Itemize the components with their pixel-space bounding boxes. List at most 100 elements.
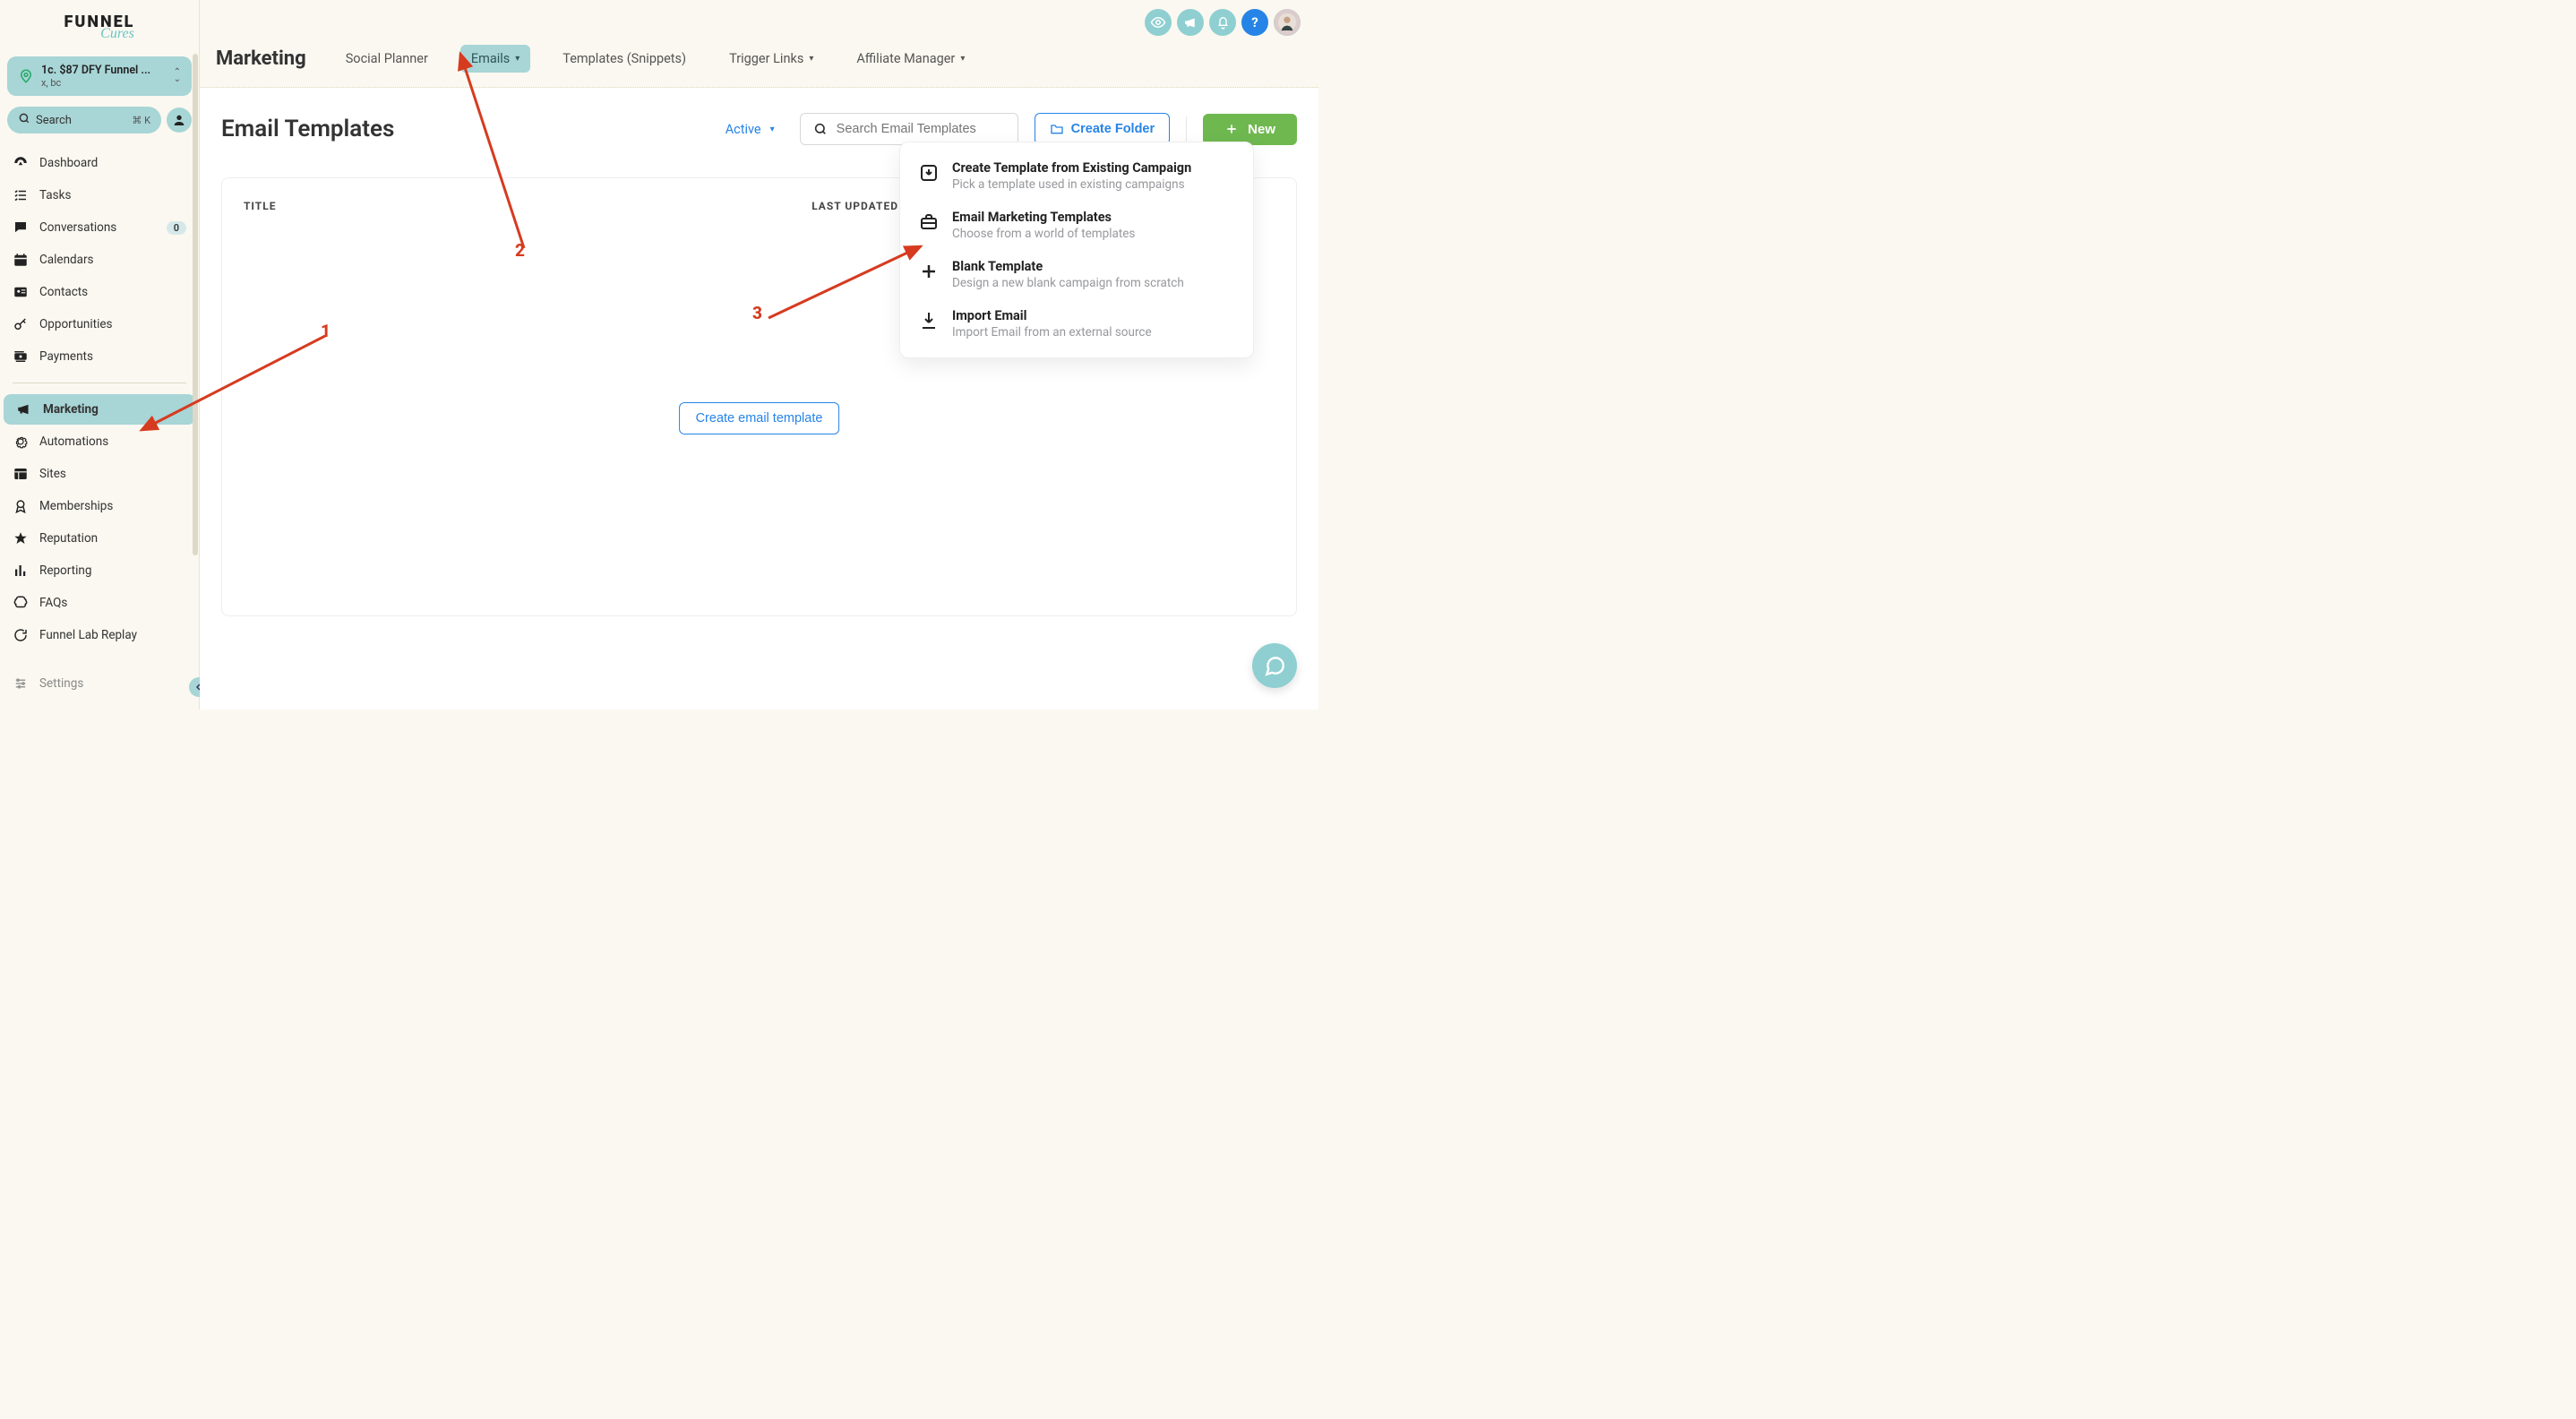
dd-sub: Choose from a world of templates bbox=[952, 227, 1135, 241]
content-area: Email Templates Active ▾ Create Folder bbox=[200, 88, 1318, 710]
layout-icon bbox=[13, 466, 29, 482]
dd-sub: Design a new blank campaign from scratch bbox=[952, 276, 1184, 290]
sidebar-item-label: Calendars bbox=[39, 253, 94, 267]
create-folder-button[interactable]: Create Folder bbox=[1035, 113, 1170, 145]
import-icon bbox=[918, 310, 940, 331]
announcements-button[interactable] bbox=[1177, 9, 1204, 36]
new-button[interactable]: New bbox=[1203, 114, 1297, 145]
sidebar-item-contacts[interactable]: Contacts bbox=[0, 277, 199, 307]
dd-sub: Import Email from an external source bbox=[952, 325, 1152, 340]
sidebar-item-sites[interactable]: Sites bbox=[0, 459, 199, 489]
sidebar-item-payments[interactable]: Payments bbox=[0, 341, 199, 372]
account-location: x, bc bbox=[41, 77, 167, 89]
brand-sub: Cures bbox=[36, 26, 199, 42]
badge-icon bbox=[13, 498, 29, 514]
dd-import-email[interactable]: Import Email Import Email from an extern… bbox=[907, 299, 1246, 348]
sliders-icon bbox=[13, 675, 29, 692]
dd-title: Import Email bbox=[952, 308, 1152, 323]
sidebar-item-label: Tasks bbox=[39, 188, 71, 202]
sidebar-item-label: Automations bbox=[39, 434, 108, 449]
chat-support-button[interactable] bbox=[1252, 643, 1297, 688]
search-icon bbox=[813, 122, 828, 136]
money-icon bbox=[13, 348, 29, 365]
tab-social-planner[interactable]: Social Planner bbox=[335, 45, 439, 73]
reload-icon bbox=[13, 627, 29, 643]
section-tabs: Marketing Social Planner Emails ▾ Templa… bbox=[200, 45, 1318, 88]
megaphone-icon bbox=[16, 401, 32, 417]
sidebar-item-label: FAQs bbox=[39, 596, 67, 610]
sidebar-item-label: Conversations bbox=[39, 220, 116, 235]
notifications-button[interactable] bbox=[1209, 9, 1236, 36]
dd-create-from-campaign[interactable]: Create Template from Existing Campaign P… bbox=[907, 151, 1246, 201]
sidebar-item-opportunities[interactable]: Opportunities bbox=[0, 309, 199, 340]
search-templates[interactable] bbox=[800, 113, 1018, 145]
sidebar-scrollbar-thumb[interactable] bbox=[193, 54, 198, 555]
sidebar-item-calendars[interactable]: Calendars bbox=[0, 245, 199, 275]
bar-chart-icon bbox=[13, 563, 29, 579]
folder-icon bbox=[1050, 122, 1064, 136]
chevron-down-icon: ▾ bbox=[515, 54, 519, 64]
location-pin-icon bbox=[18, 68, 34, 84]
sidebar-item-marketing[interactable]: Marketing bbox=[4, 394, 195, 425]
dd-title: Email Marketing Templates bbox=[952, 210, 1135, 225]
global-search[interactable]: Search ⌘ K bbox=[7, 107, 161, 133]
gauge-icon bbox=[13, 155, 29, 171]
help-button[interactable]: ? bbox=[1241, 9, 1268, 36]
sidebar-item-reputation[interactable]: Reputation bbox=[0, 523, 199, 554]
list-check-icon bbox=[13, 187, 29, 203]
conversations-badge: 0 bbox=[167, 221, 186, 235]
sidebar-item-automations[interactable]: Automations bbox=[0, 426, 199, 457]
sidebar-item-faqs[interactable]: FAQs bbox=[0, 588, 199, 618]
user-menu-button[interactable] bbox=[167, 108, 192, 133]
preview-button[interactable] bbox=[1145, 9, 1172, 36]
key-icon bbox=[13, 316, 29, 332]
sidebar: FUNNEL Cures 1c. $87 DFY Funnel ... x, b… bbox=[0, 0, 200, 710]
nav-primary: Dashboard Tasks Conversations 0 Calendar… bbox=[0, 148, 199, 650]
dd-title: Create Template from Existing Campaign bbox=[952, 160, 1191, 176]
chevron-updown-icon: ⌃⌄ bbox=[174, 69, 181, 83]
search-input[interactable] bbox=[837, 122, 1005, 136]
id-card-icon bbox=[13, 284, 29, 300]
sidebar-item-conversations[interactable]: Conversations 0 bbox=[0, 212, 199, 243]
col-title: TITLE bbox=[244, 200, 276, 212]
sidebar-item-label: Sites bbox=[39, 467, 66, 481]
account-text: 1c. $87 DFY Funnel ... x, bc bbox=[41, 64, 167, 89]
sidebar-item-funnel-lab-replay[interactable]: Funnel Lab Replay bbox=[0, 620, 199, 650]
search-icon bbox=[18, 112, 30, 128]
chevron-down-icon: ▾ bbox=[960, 54, 965, 64]
create-email-template-button[interactable]: Create email template bbox=[679, 402, 840, 434]
dd-email-marketing-templates[interactable]: Email Marketing Templates Choose from a … bbox=[907, 201, 1246, 250]
brain-icon bbox=[13, 595, 29, 611]
sidebar-item-tasks[interactable]: Tasks bbox=[0, 180, 199, 211]
search-shortcut: ⌘ K bbox=[132, 115, 150, 126]
col-last-updated: LAST UPDATED bbox=[811, 200, 898, 212]
sidebar-item-label: Funnel Lab Replay bbox=[39, 628, 137, 642]
tab-trigger-links[interactable]: Trigger Links ▾ bbox=[718, 45, 824, 73]
sidebar-item-settings[interactable]: Settings bbox=[0, 668, 199, 699]
sidebar-item-dashboard[interactable]: Dashboard bbox=[0, 148, 199, 178]
sidebar-item-label: Reporting bbox=[39, 563, 91, 578]
account-switcher[interactable]: 1c. $87 DFY Funnel ... x, bc ⌃⌄ bbox=[7, 56, 192, 96]
chevron-down-icon: ▾ bbox=[809, 54, 813, 64]
sidebar-item-label: Reputation bbox=[39, 531, 98, 546]
sidebar-item-reporting[interactable]: Reporting bbox=[0, 555, 199, 586]
plus-icon bbox=[1224, 122, 1239, 136]
tab-affiliate-manager[interactable]: Affiliate Manager ▾ bbox=[846, 45, 975, 73]
tab-emails[interactable]: Emails ▾ bbox=[460, 45, 530, 73]
sidebar-item-label: Contacts bbox=[39, 285, 88, 299]
sidebar-item-memberships[interactable]: Memberships bbox=[0, 491, 199, 521]
tab-templates-snippets[interactable]: Templates (Snippets) bbox=[552, 45, 697, 73]
sidebar-item-label: Payments bbox=[39, 349, 93, 364]
status-filter[interactable]: Active ▾ bbox=[717, 116, 784, 142]
plus-icon bbox=[918, 261, 940, 282]
brand-logo: FUNNEL Cures bbox=[0, 0, 199, 51]
dd-sub: Pick a template used in existing campaig… bbox=[952, 177, 1191, 192]
section-heading: Marketing bbox=[216, 47, 306, 70]
main-region: ? Marketing Social Planner Emails ▾ Temp… bbox=[200, 0, 1318, 710]
dd-title: Blank Template bbox=[952, 259, 1184, 274]
briefcase-icon bbox=[918, 211, 940, 233]
user-avatar[interactable] bbox=[1274, 9, 1301, 36]
dd-blank-template[interactable]: Blank Template Design a new blank campai… bbox=[907, 250, 1246, 299]
chat-icon bbox=[13, 219, 29, 236]
topbar: ? bbox=[200, 0, 1318, 45]
